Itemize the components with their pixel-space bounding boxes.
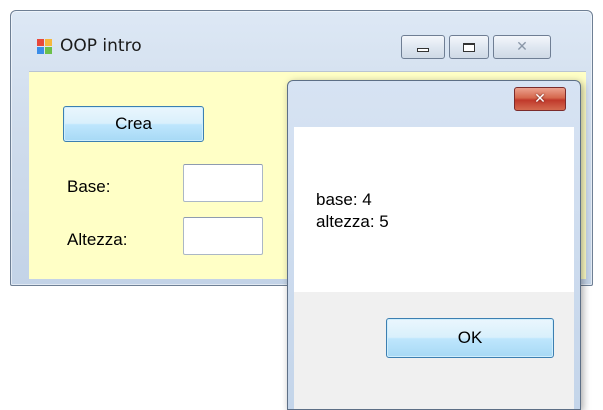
maximize-button[interactable] [449,35,489,59]
minimize-button[interactable] [401,35,445,59]
close-icon: ✕ [516,39,528,55]
base-input[interactable] [183,164,263,202]
altezza-label: Altezza: [67,230,128,249]
message-area: base: 4 altezza: 5 [294,127,574,292]
main-titlebar[interactable]: OOP intro ✕ [11,11,592,67]
message-line-base: base: 4 [316,190,372,209]
message-box-dialog: ✕ base: 4 altezza: 5 OK [287,80,581,410]
base-label: Base: [67,177,111,196]
close-button[interactable]: ✕ [493,35,551,59]
dialog-close-button[interactable]: ✕ [514,87,566,111]
window-title: OOP intro [60,36,142,56]
close-icon: ✕ [534,91,546,107]
crea-button[interactable]: Crea [63,106,204,142]
maximize-icon [463,43,475,52]
altezza-input[interactable] [183,217,263,255]
minimize-icon [417,48,429,52]
message-line-altezza: altezza: 5 [316,212,389,231]
dialog-body: base: 4 altezza: 5 OK [294,127,574,409]
ok-button[interactable]: OK [386,318,554,358]
app-icon [37,39,53,55]
